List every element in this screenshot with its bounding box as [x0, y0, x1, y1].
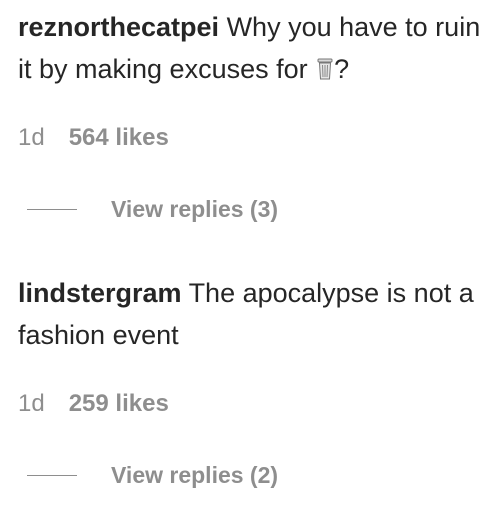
comment-text: reznorthecatpei Why you have to ruin it …	[18, 6, 488, 90]
view-replies-label: View replies (2)	[111, 462, 279, 488]
comment-likes[interactable]: 564 likes	[69, 124, 169, 152]
comment-meta: 1d 259 likes	[18, 386, 488, 422]
comment-username[interactable]: lindstergram	[18, 278, 182, 308]
comment-username[interactable]: reznorthecatpei	[18, 12, 219, 42]
view-replies-label: View replies (3)	[111, 196, 279, 222]
comment-body-end: ?	[334, 54, 350, 84]
view-replies-button[interactable]: View replies (3)	[27, 196, 278, 223]
trash-can-icon	[317, 50, 333, 80]
comment-text: lindstergram The apocalypse is not a fas…	[18, 272, 488, 356]
comment-meta: 1d 564 likes	[18, 120, 488, 156]
replies-divider-line	[27, 209, 77, 210]
comment-time: 1d	[18, 124, 45, 151]
comment: lindstergram The apocalypse is not a fas…	[18, 272, 488, 422]
comment: reznorthecatpei Why you have to ruin it …	[18, 6, 488, 156]
comment-likes[interactable]: 259 likes	[69, 390, 169, 418]
view-replies-button[interactable]: View replies (2)	[27, 462, 278, 489]
comment-time: 1d	[18, 390, 45, 417]
replies-divider-line	[27, 475, 77, 476]
